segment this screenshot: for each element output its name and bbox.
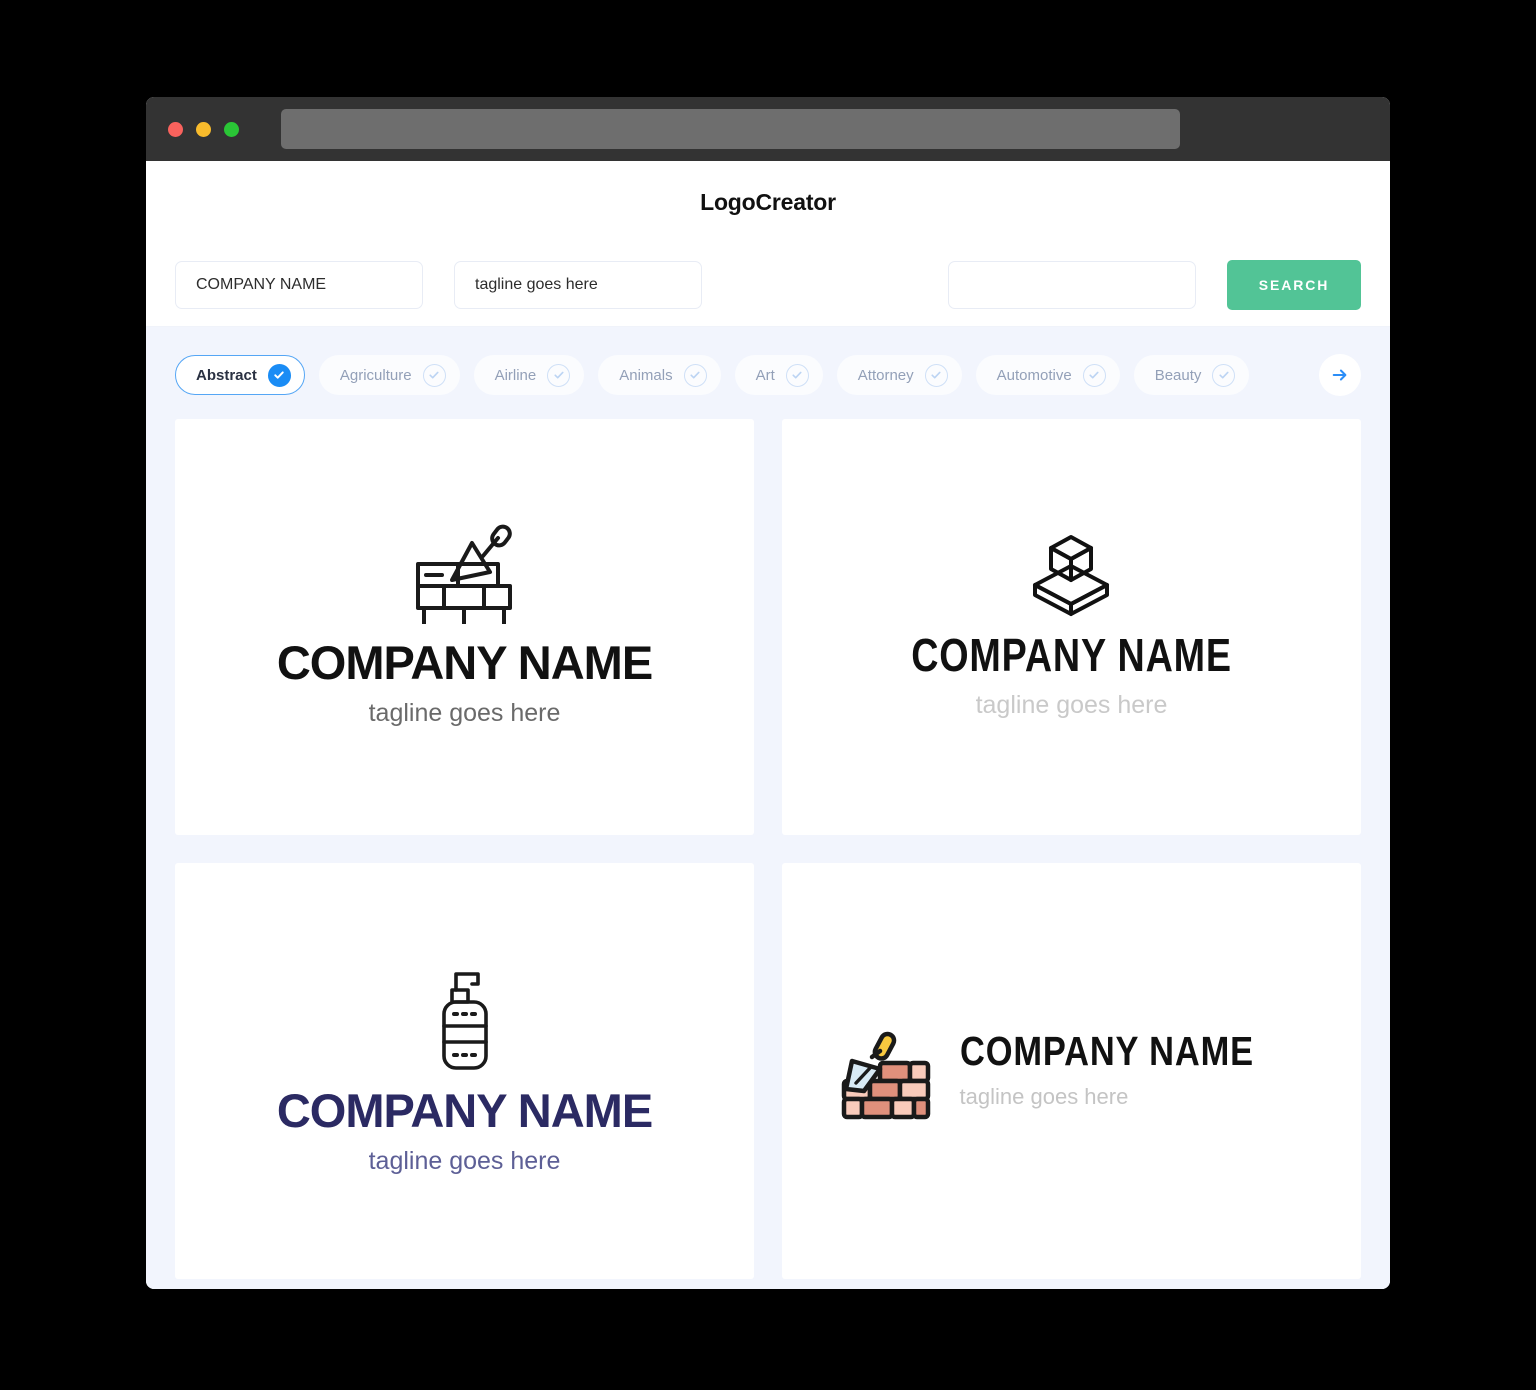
- traffic-lights: [168, 121, 239, 137]
- app-header: LogoCreator: [146, 161, 1390, 243]
- tagline-input[interactable]: [454, 260, 702, 309]
- logo-card[interactable]: COMPANY NAME tagline goes here: [782, 863, 1361, 1279]
- logo-card[interactable]: COMPANY NAME tagline goes here: [175, 863, 754, 1279]
- category-pill-airline[interactable]: Airline: [473, 355, 585, 395]
- company-name-input[interactable]: [175, 260, 423, 309]
- logo-company-name: COMPANY NAME: [276, 1084, 653, 1138]
- category-pill-automotive[interactable]: Automotive: [975, 355, 1120, 395]
- category-pill-label: Attorney: [857, 366, 914, 384]
- results-content: Abstract Agriculture Airline Animals Art…: [146, 327, 1390, 1289]
- check-icon: [267, 363, 291, 387]
- browser-window: LogoCreator SEARCH Abstract Agriculture: [146, 97, 1390, 1289]
- logo-tagline: tagline goes here: [368, 1147, 561, 1176]
- category-pill-label: Airline: [494, 366, 537, 384]
- category-pill-art[interactable]: Art: [734, 355, 823, 395]
- address-bar[interactable]: [281, 109, 1180, 149]
- category-pill-abstract[interactable]: Abstract: [175, 355, 305, 395]
- category-filter-row: Abstract Agriculture Airline Animals Art…: [175, 353, 1361, 397]
- isometric-cube-stack-icon: [876, 533, 1267, 617]
- logo-card[interactable]: COMPANY NAME tagline goes here: [175, 419, 754, 835]
- category-pill-label: Beauty: [1154, 366, 1202, 384]
- category-pill-label: Agriculture: [339, 366, 412, 384]
- arrow-right-icon: [1332, 369, 1347, 381]
- logo-tagline: tagline goes here: [959, 1084, 1129, 1110]
- logo-card[interactable]: COMPANY NAME tagline goes here: [782, 419, 1361, 835]
- search-bar: SEARCH: [146, 243, 1390, 327]
- check-icon: [785, 363, 809, 387]
- keyword-input[interactable]: [948, 260, 1196, 309]
- browser-titlebar: [146, 97, 1390, 161]
- logo-tagline: tagline goes here: [368, 699, 561, 728]
- maximize-window-button[interactable]: [224, 121, 239, 137]
- category-pill-label: Automotive: [996, 366, 1072, 384]
- category-pill-beauty[interactable]: Beauty: [1133, 355, 1250, 395]
- category-pill-attorney[interactable]: Attorney: [836, 355, 962, 395]
- soap-dispenser-outline-icon: [277, 964, 652, 1072]
- check-icon: [683, 363, 707, 387]
- check-icon: [1082, 363, 1106, 387]
- search-button[interactable]: SEARCH: [1227, 259, 1361, 310]
- logo-company-name: COMPANY NAME: [911, 628, 1232, 681]
- category-pill-animals[interactable]: Animals: [598, 355, 721, 395]
- check-icon: [1212, 363, 1236, 387]
- categories-next-button[interactable]: [1319, 354, 1361, 396]
- brick-wall-trowel-outline-icon: [277, 524, 652, 625]
- check-icon: [422, 363, 446, 387]
- logo-results-grid: COMPANY NAME tagline goes here COMPANY N…: [175, 419, 1361, 1279]
- logo-company-name: COMPANY NAME: [276, 636, 653, 690]
- logo-company-name: COMPANY NAME: [959, 1028, 1254, 1075]
- check-icon: [547, 363, 571, 387]
- check-icon: [924, 363, 948, 387]
- category-pill-label: Animals: [619, 366, 673, 384]
- category-pill-label: Art: [755, 366, 775, 384]
- close-window-button[interactable]: [168, 121, 183, 137]
- category-pill-agriculture[interactable]: Agriculture: [318, 355, 460, 395]
- logo-tagline: tagline goes here: [975, 690, 1168, 719]
- brick-wall-trowel-color-icon: [834, 1021, 934, 1121]
- page-title: LogoCreator: [700, 188, 836, 215]
- category-pill-label: Abstract: [196, 366, 257, 384]
- minimize-window-button[interactable]: [196, 121, 211, 137]
